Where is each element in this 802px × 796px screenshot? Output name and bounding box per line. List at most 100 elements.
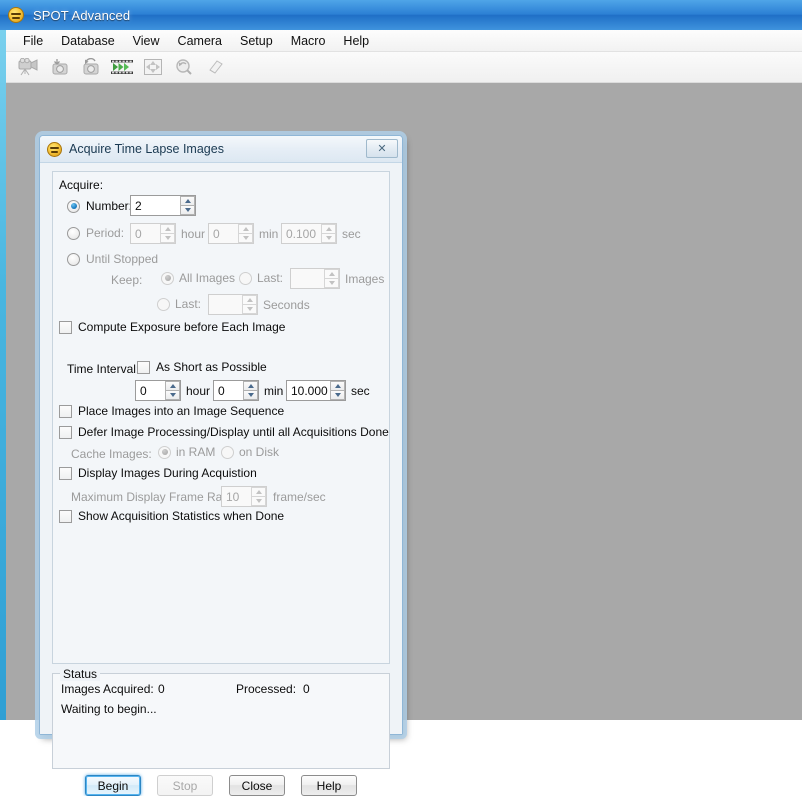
interval-hour-spinner[interactable] — [165, 381, 180, 400]
compute-exposure-label: Compute Exposure before Each Image — [78, 320, 286, 334]
period-min-input[interactable]: 0 — [208, 223, 254, 244]
show-statistics-row[interactable]: Show Acquisition Statistics when Done — [59, 509, 284, 523]
last-images-radio-row[interactable]: Last: — [239, 271, 283, 285]
compute-exposure-row[interactable]: Compute Exposure before Each Image — [59, 320, 285, 334]
period-radio-row[interactable]: Period: — [67, 226, 124, 240]
place-sequence-row[interactable]: Place Images into an Image Sequence — [59, 404, 284, 418]
cache-in-ram-row[interactable]: in RAM — [158, 445, 215, 459]
place-sequence-label: Place Images into an Image Sequence — [78, 404, 285, 418]
radio-cache-in-ram[interactable] — [158, 445, 171, 459]
camera-import-icon — [45, 54, 74, 80]
checkbox-defer-processing[interactable] — [59, 425, 72, 439]
mdi-workspace: Acquire Time Lapse Images ✕ Acquire: Num… — [6, 83, 802, 796]
keep-label: Keep: — [111, 273, 143, 287]
time-interval-label: Time Interval: — [67, 362, 140, 376]
images-acquired-label: Images Acquired: — [61, 682, 154, 696]
period-hour-unit: hour — [181, 227, 206, 241]
menu-item-database[interactable]: Database — [52, 32, 124, 50]
period-label: Period: — [86, 226, 125, 240]
period-hour-spinner[interactable] — [160, 224, 175, 243]
interval-min-unit: min — [264, 384, 284, 398]
cache-images-label: Cache Images: — [71, 447, 152, 461]
defer-processing-label: Defer Image Processing/Display until all… — [78, 425, 389, 439]
acquire-time-lapse-dialog: Acquire Time Lapse Images ✕ Acquire: Num… — [39, 135, 403, 796]
menu-item-help[interactable]: Help — [334, 32, 378, 50]
last-images-spinner[interactable] — [324, 269, 339, 288]
display-during-acquisition-row[interactable]: Display Images During Acquistion — [59, 466, 257, 480]
last-seconds-label: Last: — [175, 297, 202, 311]
last-seconds-input[interactable] — [208, 294, 258, 315]
camera-refresh-icon — [76, 54, 105, 80]
checkbox-show-statistics[interactable] — [59, 509, 72, 523]
interval-sec-spinner[interactable] — [330, 381, 345, 400]
number-spinner[interactable] — [180, 196, 195, 215]
period-sec-input[interactable]: 0.100 — [281, 223, 337, 244]
close-icon[interactable]: ✕ — [366, 139, 398, 158]
toolbar — [6, 52, 802, 83]
number-input[interactable]: 2 — [130, 195, 196, 216]
checkbox-place-image-sequence[interactable] — [59, 404, 72, 418]
video-camera-icon — [14, 54, 43, 80]
number-radio-row[interactable]: Number: — [67, 199, 132, 213]
help-button[interactable]: Help — [301, 775, 357, 796]
all-images-radio-row[interactable]: All Images — [161, 271, 235, 285]
checkbox-as-short-as-possible[interactable] — [137, 360, 150, 374]
radio-last-seconds[interactable] — [157, 297, 170, 311]
interval-sec-input[interactable]: 10.000 — [286, 380, 346, 401]
dialog-title: Acquire Time Lapse Images — [69, 142, 224, 156]
radio-until-stopped[interactable] — [67, 252, 80, 266]
begin-button[interactable]: Begin — [85, 775, 141, 796]
last-seconds-radio-row[interactable]: Last: — [157, 297, 201, 311]
period-hour-input[interactable]: 0 — [130, 223, 176, 244]
all-images-label: All Images — [179, 271, 236, 285]
radio-all-images[interactable] — [161, 271, 174, 285]
interval-min-spinner[interactable] — [243, 381, 258, 400]
as-short-as-possible-row[interactable]: As Short as Possible — [137, 360, 267, 374]
period-sec-spinner[interactable] — [321, 224, 336, 243]
radio-cache-on-disk[interactable] — [221, 445, 234, 459]
stop-button: Stop — [157, 775, 213, 796]
show-statistics-label: Show Acquisition Statistics when Done — [78, 509, 285, 523]
dialog-content-panel: Acquire: Number: 2 Period: 0 hour 0 min … — [52, 171, 390, 664]
max-frame-rate-input[interactable]: 10 — [221, 486, 267, 507]
interval-min-input[interactable]: 0 — [213, 380, 259, 401]
filmstrip-play-icon[interactable] — [107, 54, 136, 80]
processed-value: 0 — [303, 682, 310, 696]
dialog-titlebar: Acquire Time Lapse Images ✕ — [40, 136, 402, 163]
dialog-button-row: Begin Stop Close Help — [40, 775, 402, 796]
magnifier-refresh-icon — [169, 54, 198, 80]
last-images-input[interactable] — [290, 268, 340, 289]
max-frame-rate-unit: frame/sec — [273, 490, 326, 504]
eraser-icon — [200, 54, 229, 80]
menu-item-setup[interactable]: Setup — [231, 32, 282, 50]
until-stopped-radio-row[interactable]: Until Stopped — [67, 252, 158, 266]
menu-item-file[interactable]: File — [14, 32, 52, 50]
application-titlebar: SPOT Advanced — [0, 0, 802, 30]
dialog-body: Acquire: Number: 2 Period: 0 hour 0 min … — [40, 163, 402, 796]
checkbox-display-during-acquisition[interactable] — [59, 466, 72, 480]
menu-item-camera[interactable]: Camera — [169, 32, 231, 50]
images-acquired-value: 0 — [158, 682, 165, 696]
menu-bar: File Database View Camera Setup Macro He… — [6, 30, 802, 52]
close-button[interactable]: Close — [229, 775, 285, 796]
application-client-area: File Database View Camera Setup Macro He… — [6, 30, 802, 796]
period-min-spinner[interactable] — [238, 224, 253, 243]
checkbox-compute-exposure[interactable] — [59, 320, 72, 334]
radio-last-images[interactable] — [239, 271, 252, 285]
radio-number[interactable] — [67, 199, 80, 213]
application-title: SPOT Advanced — [33, 7, 131, 23]
radio-period[interactable] — [67, 226, 80, 240]
period-min-unit: min — [259, 227, 279, 241]
last-images-label: Last: — [257, 271, 284, 285]
last-seconds-spinner[interactable] — [242, 295, 257, 314]
until-stopped-label: Until Stopped — [86, 252, 159, 266]
defer-processing-row[interactable]: Defer Image Processing/Display until all… — [59, 425, 389, 439]
cache-in-ram-label: in RAM — [176, 445, 216, 459]
fullscreen-arrows-icon — [138, 54, 167, 80]
application-window: SPOT Advanced File Database View Camera … — [0, 0, 802, 796]
max-frame-rate-spinner[interactable] — [251, 487, 266, 506]
menu-item-macro[interactable]: Macro — [282, 32, 335, 50]
cache-on-disk-row[interactable]: on Disk — [221, 445, 279, 459]
menu-item-view[interactable]: View — [124, 32, 169, 50]
interval-hour-input[interactable]: 0 — [135, 380, 181, 401]
